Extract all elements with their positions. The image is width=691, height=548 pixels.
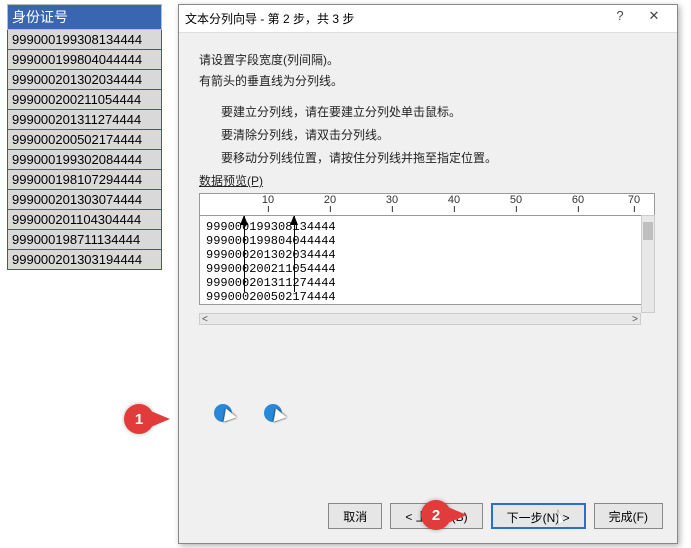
ruler-tick: 50: [510, 194, 522, 206]
data-preview-box[interactable]: 10 20 30 40 50 60 70 999000199308134444 …: [199, 193, 655, 325]
scrollbar-thumb[interactable]: [643, 222, 653, 240]
dialog-titlebar[interactable]: 文本分列向导 - 第 2 步，共 3 步 ? ✕: [179, 5, 677, 33]
instruction-text: 请设置字段宽度(列间隔)。: [199, 51, 657, 68]
ruler-tick: 40: [448, 194, 460, 206]
ruler-tick: 70: [628, 194, 640, 206]
cell[interactable]: 999000199302084444: [8, 150, 162, 170]
cell[interactable]: 999000199308134444: [8, 30, 162, 50]
scroll-left-icon[interactable]: <: [202, 314, 208, 325]
ruler-tick: 20: [324, 194, 336, 206]
preview-data-area[interactable]: 999000199308134444 999000199804044444 99…: [199, 215, 655, 305]
scroll-right-icon[interactable]: >: [632, 314, 638, 325]
cell[interactable]: 999000201303074444: [8, 190, 162, 210]
cell[interactable]: 999000201302034444: [8, 70, 162, 90]
cell[interactable]: 999000201104304444: [8, 210, 162, 230]
next-button[interactable]: 下一步(N) >: [491, 503, 586, 529]
vertical-scrollbar[interactable]: [641, 215, 655, 313]
dialog-title: 文本分列向导 - 第 2 步，共 3 步: [185, 10, 603, 27]
text-to-columns-wizard-dialog: 文本分列向导 - 第 2 步，共 3 步 ? ✕ 请设置字段宽度(列间隔)。 有…: [178, 4, 678, 544]
spreadsheet-column: 身份证号 999000199308134444 9990001998040444…: [7, 4, 162, 270]
cell[interactable]: 999000199804044444: [8, 50, 162, 70]
instruction-text: 要移动分列线位置，请按住分列线并拖至指定位置。: [221, 149, 657, 166]
cell[interactable]: 999000201303194444: [8, 250, 162, 270]
close-icon[interactable]: ✕: [637, 8, 671, 30]
data-preview-label: 数据预览(P): [199, 172, 657, 189]
callout-badge-2: 2: [421, 500, 451, 530]
horizontal-scrollbar[interactable]: < >: [199, 313, 641, 325]
cell[interactable]: 999000200502174444: [8, 130, 162, 150]
column-break-line[interactable]: [294, 216, 295, 292]
cell[interactable]: 999000200211054444: [8, 90, 162, 110]
cancel-button[interactable]: 取消: [328, 503, 382, 529]
help-icon[interactable]: ?: [603, 8, 637, 30]
dialog-button-row: 取消 < 上一步(B) 下一步(N) > 完成(F): [328, 503, 663, 529]
ruler-tick: 10: [262, 194, 274, 206]
callout-badge-1: 1: [124, 404, 154, 434]
instruction-text: 要清除分列线，请双击分列线。: [221, 126, 657, 143]
preview-ruler[interactable]: 10 20 30 40 50 60 70: [199, 193, 655, 215]
instruction-text: 有箭头的垂直线为分列线。: [199, 72, 657, 89]
cell[interactable]: 999000198711134444: [8, 230, 162, 250]
instruction-text: 要建立分列线，请在要建立分列处单击鼠标。: [221, 103, 657, 120]
cell[interactable]: 999000198107294444: [8, 170, 162, 190]
column-header[interactable]: 身份证号: [8, 5, 162, 30]
ruler-tick: 30: [386, 194, 398, 206]
column-break-line[interactable]: [244, 216, 245, 292]
finish-button[interactable]: 完成(F): [594, 503, 663, 529]
cell[interactable]: 999000201311274444: [8, 110, 162, 130]
ruler-tick: 60: [572, 194, 584, 206]
